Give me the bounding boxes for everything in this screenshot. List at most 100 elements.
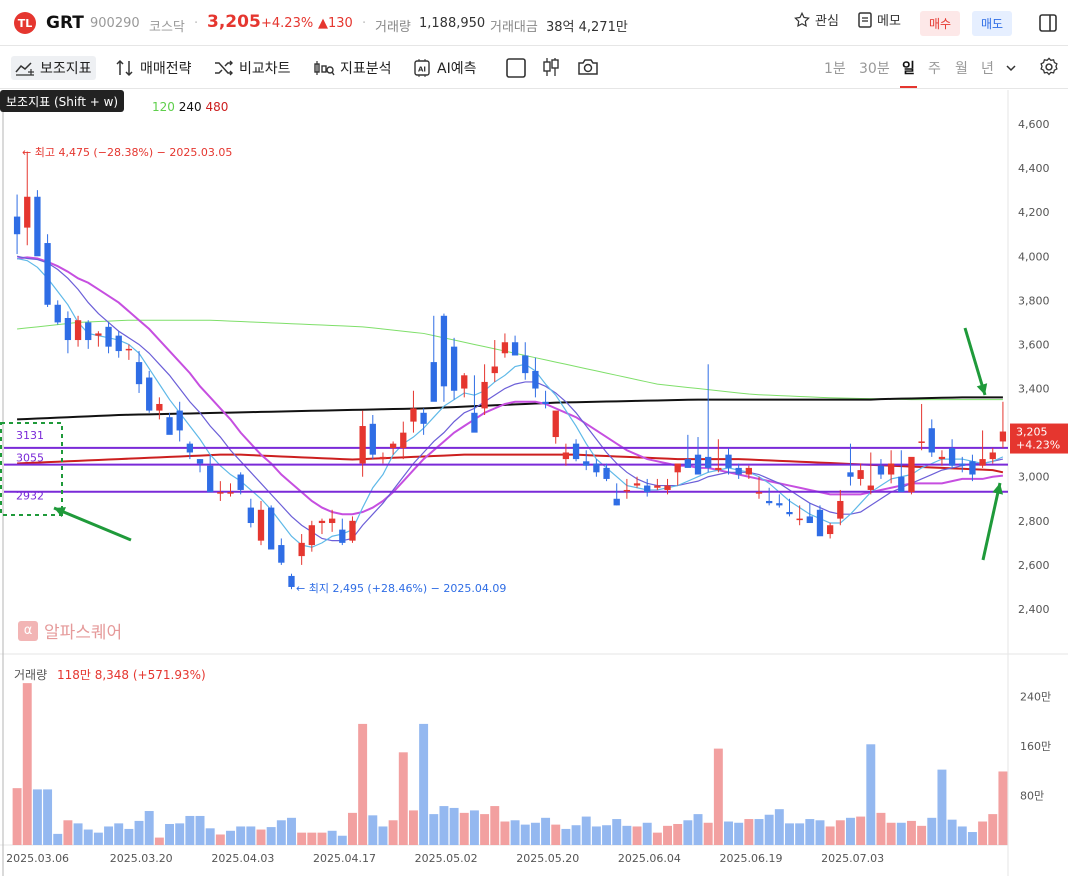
candle-body <box>64 318 72 341</box>
candle-body <box>633 483 641 486</box>
stock-name: GRT <box>46 13 84 33</box>
chevron-down-icon[interactable] <box>1005 63 1017 73</box>
volume-bar <box>297 832 307 845</box>
candle-body <box>583 461 590 466</box>
candle-body <box>898 476 905 493</box>
square-draw-icon[interactable] <box>505 57 527 79</box>
candle-type-icon[interactable] <box>541 56 561 78</box>
candle-body <box>278 545 285 563</box>
candle-body <box>471 412 478 433</box>
volume-bar <box>246 826 256 845</box>
volume-bar <box>967 832 977 845</box>
ma-legend-120: 120 <box>152 100 175 114</box>
x-tick-label: 2025.05.20 <box>516 852 579 865</box>
strategy-icon <box>116 59 133 77</box>
candle-body <box>959 463 966 466</box>
candle-body <box>349 520 356 541</box>
volume-bar <box>459 812 469 845</box>
sell-button[interactable]: 매도 <box>972 11 1012 36</box>
candle-body <box>379 456 387 460</box>
volume-bar <box>337 835 347 845</box>
volume-bar <box>947 819 957 845</box>
candle-body <box>877 465 885 475</box>
candle-body <box>826 525 834 535</box>
period-year[interactable]: 년 <box>981 58 994 78</box>
indicator-button[interactable]: 보조지표 <box>11 56 96 80</box>
analysis-button[interactable]: 지표분석 <box>313 56 392 80</box>
volume-legend-value: 118만 8,348 (+571.93%) <box>56 668 206 682</box>
volume-bar <box>12 788 22 845</box>
volume-bar <box>856 816 866 845</box>
period-30min[interactable]: 30분 <box>859 58 890 78</box>
period-week[interactable]: 주 <box>928 58 941 78</box>
candle-body <box>847 472 854 477</box>
high-price-annotation: ← 최고 4,475 (−28.38%) − 2025.03.05 <box>22 146 232 159</box>
candle-body <box>776 503 783 506</box>
candle-body <box>74 320 82 341</box>
volume-bar <box>693 814 703 845</box>
volume-bar <box>652 832 662 845</box>
candle-body <box>186 443 194 453</box>
memo-button[interactable]: 메모 <box>857 10 901 29</box>
price-chart[interactable]: 3131 3055 2932 4,600 4,400 4,200 4,000 3,800 3,… <box>0 90 1068 876</box>
change-amount: ▲130 <box>318 16 353 31</box>
volume-bar <box>571 825 581 845</box>
gear-icon[interactable] <box>1038 56 1060 78</box>
current-price: 3,205 <box>207 12 261 32</box>
volume-bar <box>347 812 357 845</box>
ai-predict-button[interactable]: AI AI예측 <box>412 56 476 80</box>
compare-button[interactable]: 비교차트 <box>214 56 291 80</box>
watch-button[interactable]: 관심 <box>793 10 839 29</box>
candle-body <box>13 216 21 235</box>
candle-body <box>745 467 752 475</box>
y-tick-label: 3,000 <box>1018 471 1050 484</box>
candle-body <box>207 465 214 493</box>
buy-button[interactable]: 매수 <box>920 11 960 36</box>
candle-body <box>969 461 976 475</box>
volume-bar <box>388 820 398 845</box>
volume-bar <box>307 832 317 845</box>
candle-body <box>176 410 183 431</box>
camera-icon[interactable] <box>577 57 599 77</box>
amount-label: 거래대금 <box>490 20 538 35</box>
candle-body <box>755 492 763 494</box>
candle-body <box>796 518 803 521</box>
ma-legend: 120 240 480 <box>152 100 228 114</box>
volume-bar <box>744 819 754 845</box>
volume-y-tick-label: 80만 <box>1020 790 1044 803</box>
strategy-button[interactable]: 매매전략 <box>115 56 192 80</box>
stock-code: 900290 <box>90 16 140 31</box>
volume-bar <box>358 723 368 845</box>
panel-toggle-icon[interactable] <box>1038 13 1058 33</box>
period-1min[interactable]: 1분 <box>824 58 846 78</box>
candle-body <box>887 463 895 475</box>
strategy-label: 매매전략 <box>140 61 192 77</box>
last-price-change: +4.23% <box>1016 439 1060 452</box>
candle-body <box>674 463 681 473</box>
candle-body <box>623 489 631 492</box>
period-day[interactable]: 일 <box>900 58 917 88</box>
x-tick-label: 2025.03.06 <box>6 852 69 865</box>
ma120-line <box>17 319 1003 401</box>
volume-bar <box>185 815 195 845</box>
volume-bar <box>215 834 225 845</box>
candle-body <box>328 518 336 524</box>
candle-body <box>715 467 722 471</box>
volume-bar <box>978 821 988 845</box>
indicator-tooltip: 보조지표 (Shift + w) <box>0 90 125 112</box>
volume-bar <box>754 819 764 845</box>
volume-bar <box>205 828 215 845</box>
candle-body <box>532 370 539 389</box>
y-tick-label: 2,400 <box>1018 603 1050 616</box>
volume-bar <box>551 824 561 845</box>
annotation-arrow-left <box>53 506 132 542</box>
ma60-line <box>17 453 1004 474</box>
compare-label: 비교차트 <box>239 61 291 77</box>
period-month[interactable]: 월 <box>955 58 968 78</box>
volume-bar <box>93 832 103 845</box>
candle-body <box>135 362 143 385</box>
volume-bar <box>114 823 124 845</box>
candle-body <box>918 441 925 443</box>
candle-body <box>95 333 102 336</box>
volume-bar <box>398 752 408 845</box>
